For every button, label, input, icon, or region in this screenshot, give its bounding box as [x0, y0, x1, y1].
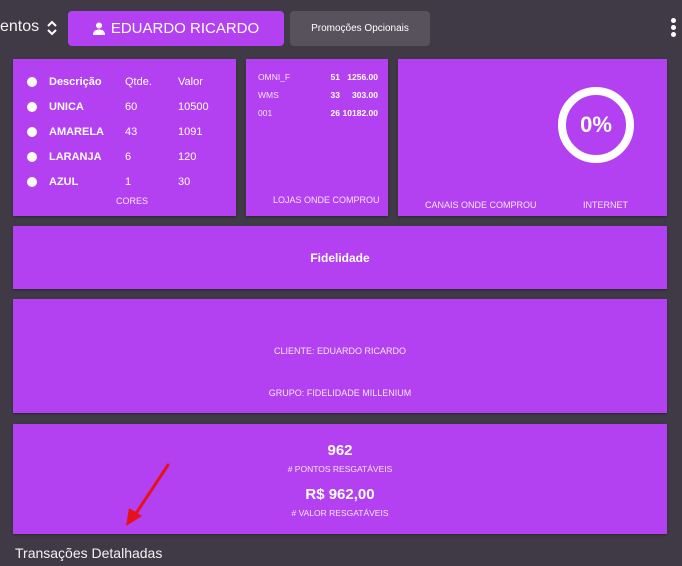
- header-value: Valor: [178, 76, 203, 88]
- store-value: 1256.00: [347, 72, 378, 82]
- user-icon: [92, 22, 105, 35]
- row-quantity: 43: [125, 126, 138, 138]
- bullet-icon: [27, 127, 37, 137]
- row-description: UNICA: [49, 101, 84, 113]
- header-quantity: Qtde.: [125, 76, 152, 88]
- sort-updown-icon[interactable]: [46, 19, 58, 37]
- row-description: LARANJA: [49, 151, 102, 163]
- points-label: # PONTOS RESGATÁVEIS: [287, 464, 393, 474]
- store-name: 001: [258, 108, 273, 118]
- customer-button[interactable]: EDUARDO RICARDO: [68, 11, 284, 46]
- optional-promotions-label: Promoções Opcionais: [311, 23, 409, 34]
- customer-button-label: EDUARDO RICARDO: [110, 20, 260, 37]
- top-bar: entos EDUARDO RICARDO Promoções Opcionai…: [0, 0, 682, 56]
- list-item: 001 26 10182.00: [258, 108, 378, 120]
- row-description: AMARELA: [49, 126, 104, 138]
- redeemable-value-label: # VALOR RESGATÁVEIS: [291, 508, 389, 518]
- client-name: CLIENTE: EDUARDO RICARDO: [273, 346, 407, 356]
- store-quantity: 26: [330, 108, 340, 118]
- store-quantity: 33: [330, 90, 340, 100]
- stores-card: OMNI_F 51 1256.00 WMS 33 303.00 001 26 1…: [246, 59, 388, 216]
- channels-card-footer: CANAIS ONDE COMPROU: [425, 200, 537, 210]
- store-value: 10182.00: [342, 108, 378, 118]
- row-description: AZUL: [49, 176, 79, 188]
- bullet-icon: [27, 102, 37, 112]
- client-group: GRUPO: FIDELIDADE MILLENIUM: [268, 388, 412, 398]
- store-value: 303.00: [352, 90, 378, 100]
- stores-card-footer: LOJAS ONDE COMPROU: [273, 195, 380, 205]
- list-item: OMNI_F 51 1256.00: [258, 72, 378, 84]
- optional-promotions-button[interactable]: Promoções Opcionais: [290, 11, 430, 46]
- list-item: WMS 33 303.00: [258, 90, 378, 102]
- row-value: 30: [178, 176, 191, 188]
- row-value: 120: [178, 151, 197, 163]
- fidelity-card: Fidelidade: [13, 226, 667, 289]
- store-name: WMS: [258, 90, 279, 100]
- row-value: 1091: [178, 126, 203, 138]
- detailed-transactions-title: Transações Detalhadas: [15, 545, 163, 561]
- points-card: 962 # PONTOS RESGATÁVEIS R$ 962,00 # VAL…: [13, 424, 667, 534]
- points-value: 962: [327, 442, 353, 459]
- row-quantity: 1: [125, 176, 132, 188]
- redeemable-value: R$ 962,00: [305, 486, 375, 503]
- annotation-arrow-icon: [126, 463, 170, 526]
- percent-value: 0%: [580, 112, 612, 137]
- colors-card-footer: CORES: [116, 196, 149, 206]
- client-card: CLIENTE: EDUARDO RICARDO GRUPO: FIDELIDA…: [13, 299, 667, 413]
- store-name: OMNI_F: [258, 72, 291, 82]
- colors-card: Descrição Qtde. Valor UNICA 60 10500 AMA…: [13, 59, 236, 216]
- row-quantity: 6: [125, 151, 132, 163]
- row-quantity: 60: [125, 101, 138, 113]
- bullet-icon: [27, 77, 37, 87]
- bullet-icon: [27, 152, 37, 162]
- bullet-icon: [27, 177, 37, 187]
- row-value: 10500: [178, 101, 209, 113]
- fidelity-title: Fidelidade: [310, 251, 370, 265]
- channel-internet-label: INTERNET: [583, 200, 628, 210]
- kebab-menu-icon[interactable]: [671, 18, 677, 38]
- store-quantity: 51: [330, 72, 340, 82]
- truncated-selector-label[interactable]: entos: [0, 18, 39, 36]
- header-description: Descrição: [49, 76, 102, 88]
- channels-card: 0% CANAIS ONDE COMPROU INTERNET: [398, 59, 667, 216]
